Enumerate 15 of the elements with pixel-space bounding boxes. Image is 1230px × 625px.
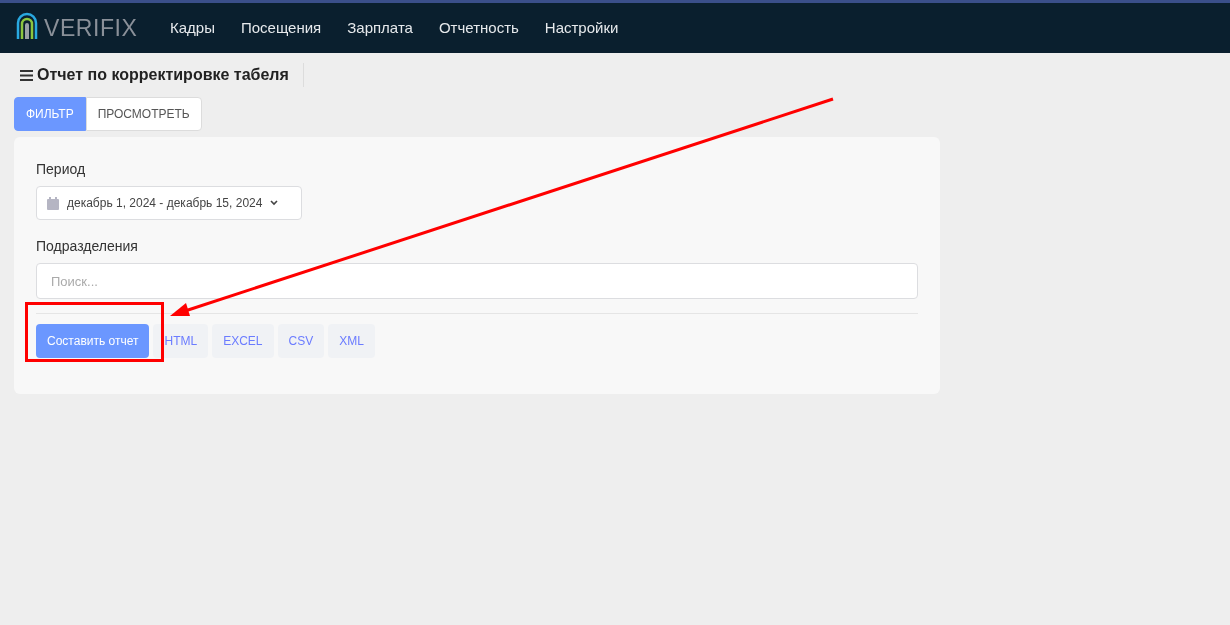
period-label: Период	[36, 160, 87, 179]
nav-link[interactable]: Кадры	[170, 16, 215, 40]
nav-link[interactable]: Посещения	[240, 16, 322, 40]
nav-link[interactable]: Отчетность	[438, 16, 519, 40]
tab[interactable]: ПРОСМОТРЕТЬ	[85, 97, 202, 131]
nav-link[interactable]: Настройки	[544, 16, 619, 40]
chevron-down-icon	[270, 200, 279, 206]
date-range-picker[interactable]: декабрь 1, 2024 - декабрь 15, 2024	[36, 186, 302, 220]
menu-icon[interactable]	[20, 69, 33, 81]
calendar-icon	[47, 196, 59, 210]
divisions-label: Подразделения	[36, 237, 139, 256]
page-title: Отчет по корректировке табеля	[37, 65, 289, 85]
logo-text: VERIFIX	[44, 13, 138, 43]
nav-link[interactable]: Зарплата	[347, 16, 413, 40]
search-field[interactable]: Поиск...	[36, 263, 918, 299]
